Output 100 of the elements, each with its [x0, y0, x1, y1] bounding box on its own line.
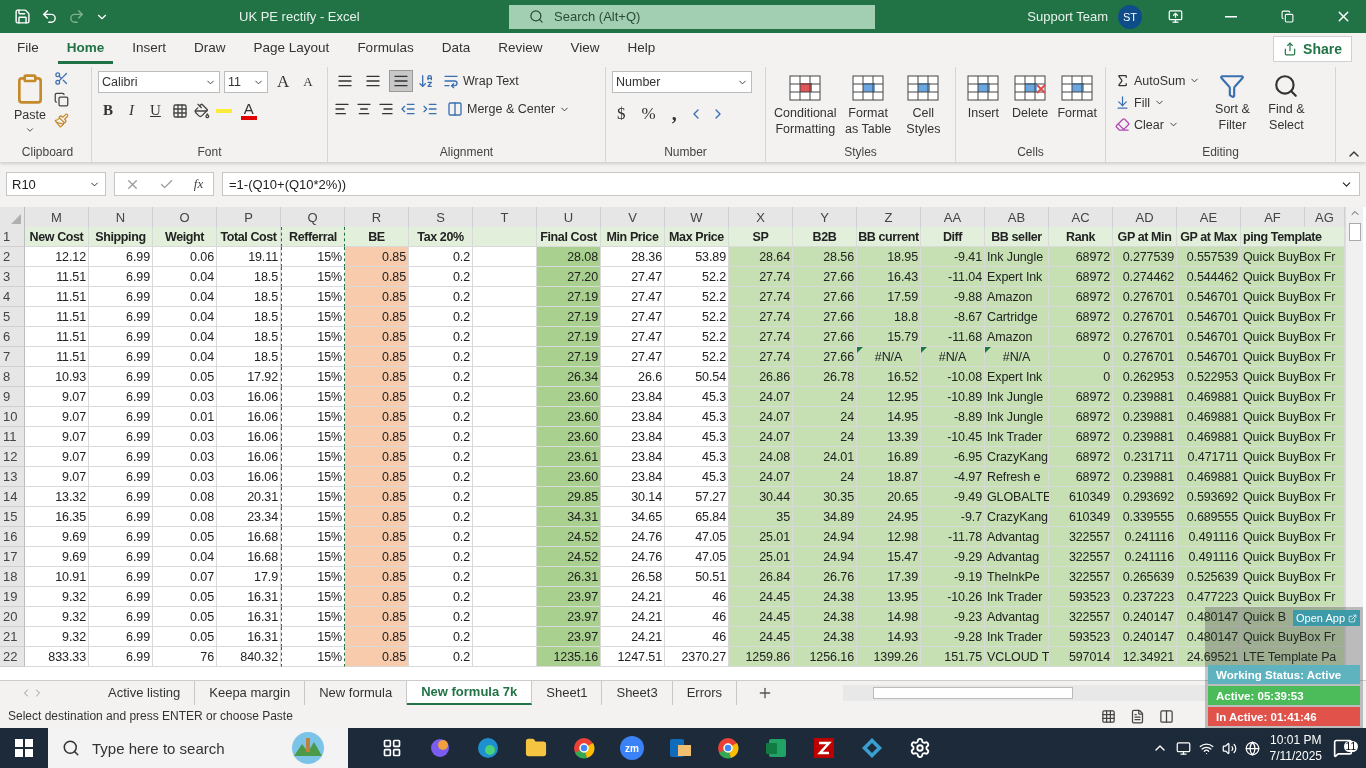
align-right-icon[interactable] [378, 101, 394, 117]
column-header[interactable]: V [601, 207, 665, 228]
row-number[interactable]: 18 [0, 567, 25, 587]
decrease-indent-icon[interactable] [400, 101, 416, 117]
align-center-icon[interactable] [356, 101, 372, 117]
column-header[interactable]: N [89, 207, 153, 228]
cut-icon[interactable] [54, 71, 69, 86]
column-header[interactable]: AG [1305, 207, 1345, 228]
column-header[interactable]: AF [1241, 207, 1305, 228]
menu-tab[interactable]: View [561, 34, 609, 64]
sheet-tab[interactable]: Sheet1 [532, 680, 603, 705]
scroll-thumb[interactable] [873, 686, 1074, 699]
scroll-thumb[interactable] [1348, 223, 1361, 241]
clock[interactable]: 10:01 PM 7/11/2025 [1269, 732, 1322, 764]
sheet-tab[interactable]: Sheet3 [602, 680, 673, 705]
row-number[interactable]: 20 [0, 607, 25, 627]
row-number[interactable]: 22 [0, 647, 25, 667]
undo-icon[interactable] [41, 8, 58, 25]
grow-font-button[interactable]: A [272, 71, 295, 93]
row-number[interactable]: 9 [0, 387, 25, 407]
menu-tab[interactable]: Insert [123, 34, 176, 64]
sheet-tab[interactable]: Keepa margin [195, 680, 306, 705]
column-header[interactable]: O [153, 207, 217, 228]
globe-icon[interactable] [1244, 740, 1260, 756]
row-number[interactable]: 6 [0, 327, 25, 347]
taskbar-search-field[interactable]: Type here to search [48, 728, 348, 768]
styles-button[interactable]: Cell Styles [897, 71, 949, 139]
menu-tab[interactable]: File [8, 34, 48, 64]
increase-indent-icon[interactable] [422, 101, 438, 117]
row-number[interactable]: 8 [0, 367, 25, 387]
copy-icon[interactable] [54, 92, 69, 107]
column-header[interactable]: AD [1113, 207, 1177, 228]
menu-tab[interactable]: Review [489, 34, 552, 64]
orientation-icon[interactable] [418, 73, 434, 89]
column-header[interactable]: AC [1049, 207, 1113, 228]
column-header[interactable]: Y [793, 207, 857, 228]
percent-button[interactable]: % [636, 102, 661, 125]
row-number[interactable]: 17 [0, 547, 25, 567]
row-number[interactable]: 14 [0, 487, 25, 507]
cells-button[interactable]: Insert [962, 71, 1005, 123]
font-name-field[interactable]: Calibri [98, 71, 220, 93]
column-header[interactable]: R [345, 207, 409, 228]
column-header[interactable]: AE [1177, 207, 1241, 228]
underline-button[interactable]: U [145, 101, 166, 120]
currency-button[interactable]: $ [612, 102, 631, 125]
format-painter-icon[interactable] [54, 113, 69, 128]
row-number[interactable]: 21 [0, 627, 25, 647]
column-header[interactable]: T [473, 207, 537, 228]
page-layout-icon[interactable] [1130, 708, 1145, 724]
user-avatar[interactable]: ST [1118, 4, 1142, 29]
merge-center-button[interactable]: Merge & Center [444, 99, 574, 119]
sheet-tab[interactable]: Active listing [94, 680, 196, 705]
column-header[interactable]: X [729, 207, 793, 228]
zoom-app-icon[interactable]: zm [620, 736, 644, 760]
autosum-button[interactable]: AutoSum [1112, 71, 1204, 90]
row-number[interactable]: 15 [0, 507, 25, 527]
menu-tab[interactable]: Formulas [348, 34, 423, 64]
monitor-icon[interactable] [1175, 740, 1191, 756]
name-box[interactable]: R10 [6, 172, 106, 196]
sheet-tab[interactable]: Errors [672, 680, 738, 705]
insert-function-button[interactable]: fx [193, 176, 204, 192]
row-number[interactable]: 12 [0, 447, 25, 467]
editing-button[interactable]: Find & Select [1261, 71, 1312, 135]
row-number[interactable]: 16 [0, 527, 25, 547]
column-header[interactable]: P [217, 207, 281, 228]
row-number[interactable]: 3 [0, 267, 25, 287]
volume-icon[interactable] [1221, 740, 1237, 756]
align-left-icon[interactable] [334, 101, 350, 117]
number-format-field[interactable]: Number [612, 71, 752, 93]
row-number[interactable]: 11 [0, 427, 25, 447]
share-button[interactable]: Share [1273, 36, 1352, 62]
shrink-font-button[interactable]: A [298, 73, 318, 91]
column-header[interactable]: Z [857, 207, 921, 228]
horizontal-scrollbar[interactable] [843, 684, 1206, 701]
menu-tab[interactable]: Data [432, 34, 480, 64]
vertical-align-button[interactable] [390, 71, 412, 91]
cells-button[interactable]: Delete [1008, 71, 1052, 123]
notification-button[interactable]: 11 [1332, 738, 1354, 758]
comma-style-button[interactable]: , [666, 101, 682, 126]
styles-button[interactable]: Conditional Formatting [772, 71, 839, 139]
bold-button[interactable]: B [98, 101, 118, 120]
menu-tab[interactable]: Help [618, 34, 665, 64]
fill-button[interactable]: Fill [1112, 93, 1204, 112]
normal-view-icon[interactable] [1101, 708, 1116, 724]
font-color-button[interactable]: A [237, 101, 260, 120]
column-header[interactable]: W [665, 207, 729, 228]
column-header[interactable]: AB [985, 207, 1049, 228]
column-header[interactable]: Q [281, 207, 345, 228]
row-number[interactable]: 13 [0, 467, 25, 487]
font-size-field[interactable]: 11 [224, 71, 268, 93]
column-header[interactable]: U [537, 207, 601, 228]
menu-tab[interactable]: Draw [185, 34, 235, 64]
styles-button[interactable]: Format as Table [842, 71, 894, 139]
sheet-tab[interactable]: New formula 7k [407, 680, 533, 705]
save-icon[interactable] [14, 8, 31, 25]
editing-button[interactable]: Sort & Filter [1207, 71, 1258, 135]
borders-icon[interactable] [171, 102, 188, 119]
row-number[interactable]: 2 [0, 247, 25, 267]
paste-button[interactable]: Paste [10, 71, 50, 137]
row-number[interactable]: 19 [0, 587, 25, 607]
